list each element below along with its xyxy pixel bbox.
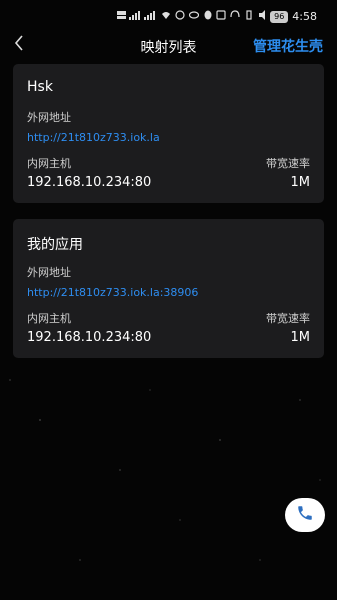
wifi-icon	[161, 10, 171, 23]
external-address-label: 外网地址	[27, 266, 71, 279]
manage-peanut-shell-link[interactable]: 管理花生壳	[253, 36, 323, 56]
status-indicators	[117, 10, 213, 23]
bandwidth-value: 1M	[290, 175, 311, 190]
app-header: 映射列表 管理花生壳	[0, 34, 337, 60]
bandwidth-label: 带宽速率	[266, 157, 310, 170]
phone-icon	[296, 504, 314, 526]
external-url-link[interactable]: http://21t810z733.iok.la:38906	[27, 286, 198, 299]
internal-host-label: 内网主机	[27, 312, 71, 325]
status-right: 96 4:58	[216, 10, 317, 23]
headset-icon	[230, 10, 240, 23]
bandwidth-label: 带宽速率	[266, 312, 310, 325]
external-address-label: 外网地址	[27, 111, 71, 124]
mapping-card[interactable]: Hsk 外网地址 http://21t810z733.iok.la 内网主机 带…	[13, 64, 324, 203]
internal-host-value: 192.168.10.234:80	[27, 330, 152, 345]
mapping-name: Hsk	[27, 79, 53, 95]
internal-host-label: 内网主机	[27, 157, 71, 170]
call-button[interactable]	[285, 498, 325, 532]
external-url-link[interactable]: http://21t810z733.iok.la	[27, 131, 160, 144]
status-bar: 96 4:58	[0, 0, 337, 34]
mapping-name: 我的应用	[27, 237, 83, 253]
vibrate-icon	[244, 10, 254, 23]
bandwidth-value: 1M	[290, 330, 311, 345]
nfc-icon	[216, 10, 226, 23]
hd-signal-icon	[117, 10, 157, 23]
status-time: 4:58	[292, 10, 317, 23]
sync-icon	[188, 10, 200, 23]
internal-host-value: 192.168.10.234:80	[27, 175, 152, 190]
mapping-card[interactable]: 我的应用 外网地址 http://21t810z733.iok.la:38906…	[13, 219, 324, 358]
battery-indicator: 96	[270, 10, 289, 23]
message-icon	[175, 10, 185, 23]
sound-icon	[258, 10, 266, 23]
qq-icon	[203, 10, 213, 23]
